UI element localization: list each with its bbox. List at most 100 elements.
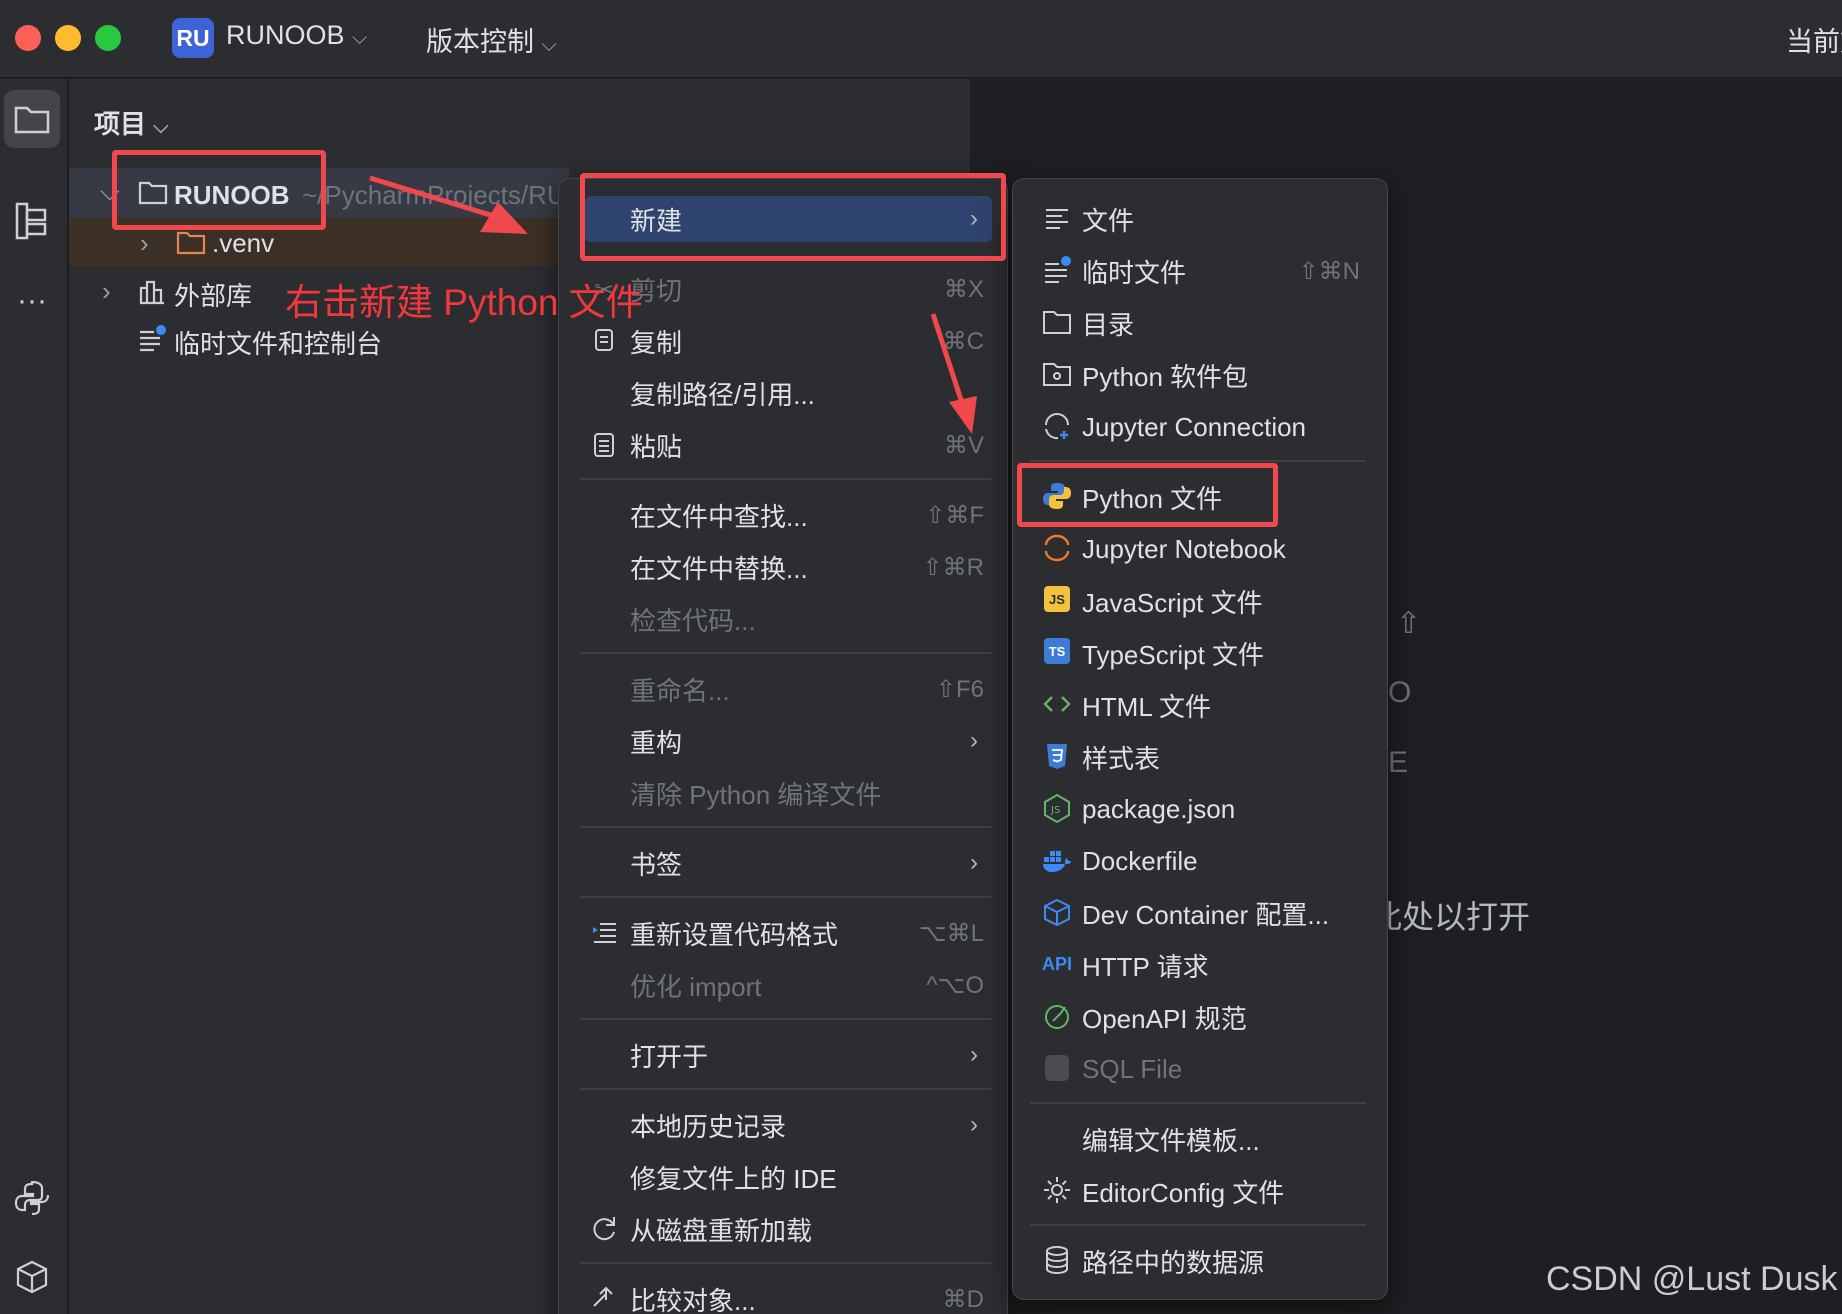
menu-separator: [1030, 460, 1366, 462]
new-html-file[interactable]: HTML 文件: [1082, 682, 1360, 728]
new-stylesheet-label: 样式表: [1082, 743, 1161, 774]
new-typescript-file-label: TypeScript 文件: [1082, 639, 1265, 670]
menu-item-open-in[interactable]: 打开于 ›: [630, 1032, 984, 1078]
menu-item-repair-ide-label: 修复文件上的 IDE: [630, 1163, 837, 1194]
package-icon: [16, 1260, 48, 1294]
chevron-right-icon[interactable]: ›: [140, 228, 149, 259]
css-icon: [1047, 744, 1067, 769]
annotation-box-new: [580, 173, 1006, 261]
refresh-icon: [593, 1217, 615, 1241]
menu-separator: [580, 478, 992, 480]
vcs-label: 版本控制: [426, 27, 534, 57]
menu-item-reformat[interactable]: 重新设置代码格式 ⌥⌘L: [630, 910, 984, 956]
reformat-icon: [593, 923, 616, 943]
copy-icon: [595, 329, 613, 351]
new-dev-container-label: Dev Container 配置...: [1082, 899, 1330, 930]
new-python-package[interactable]: Python 软件包: [1082, 352, 1360, 398]
chevron-right-icon[interactable]: ›: [102, 276, 111, 307]
new-html-file-label: HTML 文件: [1082, 691, 1212, 722]
menu-item-optimize-imports[interactable]: 优化 import ^⌥O: [630, 962, 984, 1008]
menu-item-local-history[interactable]: 本地历史记录 ›: [630, 1102, 984, 1148]
new-openapi-spec[interactable]: OpenAPI 规范: [1082, 994, 1360, 1040]
annotation-arrow-icon: [930, 313, 977, 434]
scratch-file-icon: [1045, 256, 1071, 283]
jupyter-notebook-icon: [1044, 534, 1070, 562]
tree-venv: .venv: [212, 228, 275, 258]
chevron-down-icon: ⌵: [541, 34, 557, 56]
new-package-json[interactable]: package.json: [1082, 786, 1360, 832]
chevron-right-icon: ›: [970, 849, 978, 876]
menu-item-find-in-files[interactable]: 在文件中查找... ⇧⌘F: [630, 492, 984, 538]
menu-item-repair-ide[interactable]: 修复文件上的 IDE: [630, 1154, 984, 1200]
new-jupyter-connection-label: Jupyter Connection: [1082, 411, 1307, 442]
project-tool-button[interactable]: [4, 90, 60, 148]
current-file-label[interactable]: 当前文: [1786, 20, 1842, 59]
more-tools-icon[interactable]: ···: [4, 272, 60, 330]
shortcut-cut: ⌘X: [943, 275, 984, 303]
edit-file-templates[interactable]: 编辑文件模板...: [1082, 1116, 1360, 1162]
clipboard-icon: [594, 433, 614, 457]
new-scratch-file[interactable]: 临时文件 ⇧⌘N: [1082, 248, 1360, 294]
python-packages-button[interactable]: [4, 1248, 60, 1306]
project-panel-title[interactable]: 项目 ⌵: [94, 104, 168, 141]
vcs-menu[interactable]: 版本控制 ⌵: [426, 20, 557, 59]
close-window-button[interactable]: [15, 25, 41, 51]
chevron-right-icon: ›: [970, 727, 978, 754]
menu-item-inspect-code[interactable]: 检查代码...: [630, 596, 984, 642]
new-jupyter-notebook[interactable]: Jupyter Notebook: [1082, 526, 1360, 572]
new-javascript-file[interactable]: JavaScript 文件: [1082, 578, 1360, 624]
menu-item-cut[interactable]: 剪切 ⌘X: [630, 266, 984, 312]
new-package-json-label: package.json: [1082, 793, 1236, 824]
project-badge[interactable]: RU: [172, 18, 214, 58]
shortcut-compare: ⌘D: [942, 1285, 984, 1313]
shortcut-glyph: O: [1388, 676, 1412, 709]
new-directory-label: 目录: [1082, 309, 1135, 340]
zoom-window-button[interactable]: [95, 25, 121, 51]
menu-item-open-in-label: 打开于: [630, 1041, 709, 1072]
new-dockerfile[interactable]: Dockerfile: [1082, 838, 1360, 884]
edit-file-templates-label: 编辑文件模板...: [1082, 1125, 1260, 1156]
new-file[interactable]: 文件: [1082, 196, 1360, 242]
menu-item-replace-in-files[interactable]: 在文件中替换... ⇧⌘R: [630, 544, 984, 590]
sql-file-icon: [1042, 1053, 1072, 1083]
new-directory[interactable]: 目录: [1082, 300, 1360, 346]
menu-item-clean-python[interactable]: 清除 Python 编译文件: [630, 770, 984, 816]
new-http-request[interactable]: HTTP 请求: [1082, 942, 1360, 988]
chevron-right-icon: ›: [970, 1111, 978, 1138]
new-editorconfig[interactable]: EditorConfig 文件: [1082, 1168, 1360, 1214]
database-icon: [1046, 1246, 1068, 1275]
folder-icon: [176, 231, 206, 255]
shortcut-scratch: ⇧⌘N: [1298, 257, 1360, 285]
menu-item-compare-with-label: 比较对象...: [630, 1285, 756, 1314]
annotation-box-root: [112, 150, 326, 230]
menu-item-bookmarks[interactable]: 书签 ›: [630, 840, 984, 886]
menu-item-reload-disk-label: 从磁盘重新加载: [630, 1215, 813, 1246]
data-source-from-path-label: 路径中的数据源: [1082, 1247, 1265, 1278]
structure-tool-button[interactable]: [4, 192, 60, 250]
menu-item-inspect-code-label: 检查代码...: [630, 605, 756, 636]
data-source-from-path[interactable]: 路径中的数据源: [1082, 1238, 1360, 1284]
new-sql-file[interactable]: SQL File: [1082, 1046, 1360, 1092]
minimize-window-button[interactable]: [55, 25, 81, 51]
annotation-text: 右击新建 Python 文件: [285, 282, 643, 323]
new-sql-file-label: SQL File: [1082, 1053, 1183, 1084]
tree-scratches[interactable]: 临时文件和控制台: [174, 324, 382, 361]
menu-item-rename[interactable]: 重命名... ⇧F6: [630, 666, 984, 712]
menu-item-reload-disk[interactable]: 从磁盘重新加载: [630, 1206, 984, 1252]
docker-icon: [1043, 851, 1071, 872]
shortcut-optimize: ^⌥O: [926, 971, 984, 999]
python-console-button[interactable]: [4, 1170, 60, 1228]
new-jupyter-connection[interactable]: Jupyter Connection: [1082, 404, 1360, 450]
project-selector[interactable]: RUNOOB ⌵: [226, 20, 367, 51]
shortcut-find: ⇧⌘F: [925, 501, 984, 529]
new-dev-container[interactable]: Dev Container 配置...: [1082, 890, 1360, 936]
menu-item-compare-with[interactable]: 比较对象... ⌘D: [630, 1276, 984, 1314]
menu-item-refactor[interactable]: 重构 ›: [630, 718, 984, 764]
new-typescript-file[interactable]: TypeScript 文件: [1082, 630, 1360, 676]
new-stylesheet[interactable]: 样式表: [1082, 734, 1360, 780]
new-http-request-label: HTTP 请求: [1082, 951, 1209, 982]
python-package-icon: [1043, 363, 1071, 386]
project-panel-title-text: 项目: [94, 109, 147, 139]
tree-external-libs[interactable]: 外部库: [174, 276, 252, 313]
menu-item-find-in-files-label: 在文件中查找...: [630, 501, 808, 532]
